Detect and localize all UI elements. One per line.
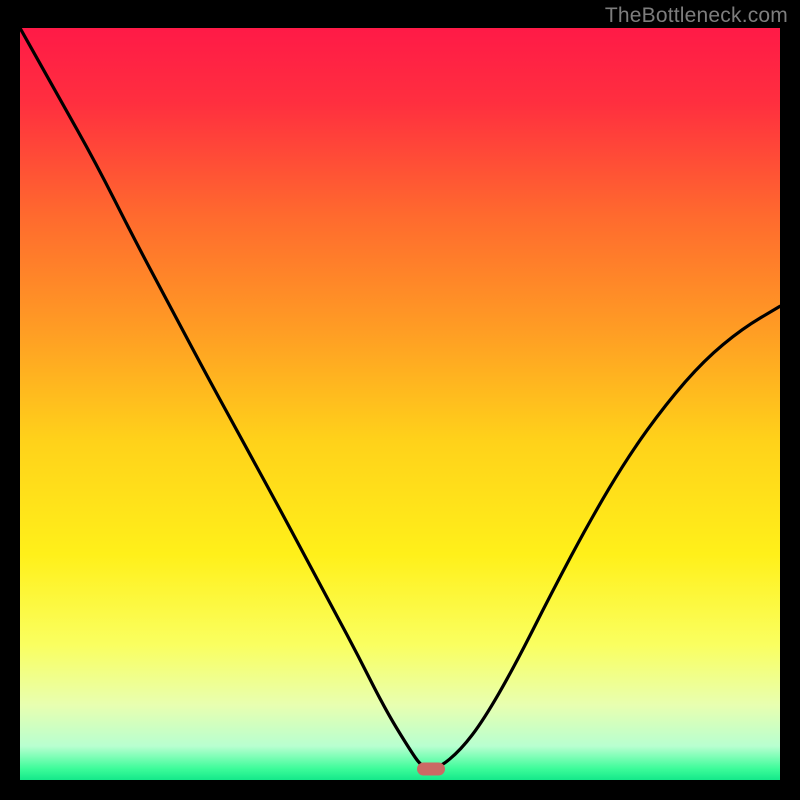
curve (20, 28, 780, 780)
chart-frame: TheBottleneck.com (0, 0, 800, 800)
watermark-text: TheBottleneck.com (605, 4, 788, 28)
minimum-marker (417, 762, 445, 775)
plot-area (20, 28, 780, 780)
